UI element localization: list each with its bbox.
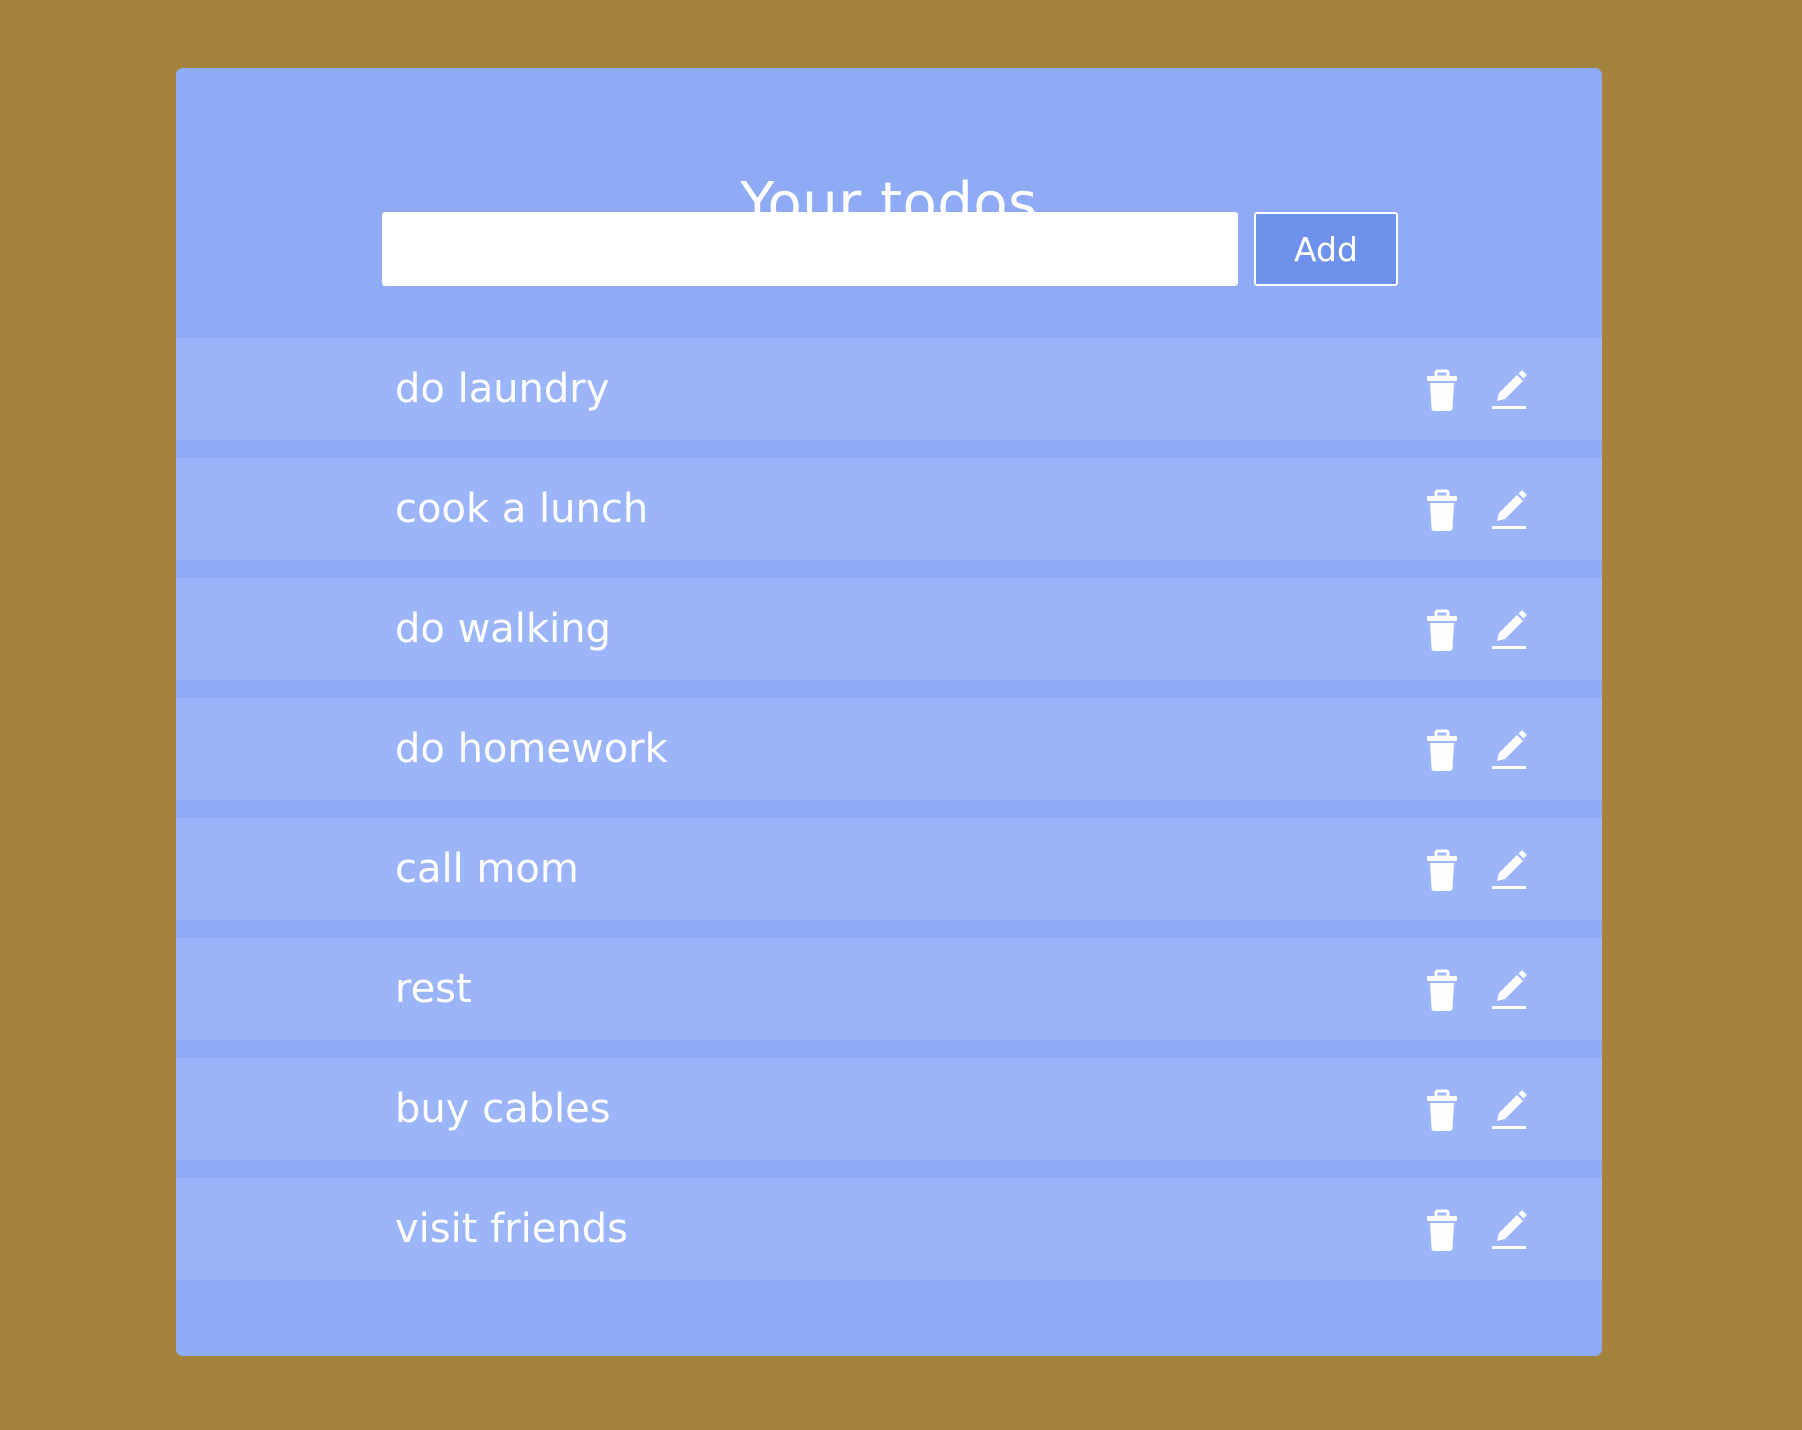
todo-item: do walking — [176, 578, 1602, 680]
pencil-icon — [1492, 1210, 1527, 1249]
todo-text: call mom — [395, 846, 579, 892]
todo-item: cook a lunch — [176, 458, 1602, 560]
trash-icon — [1427, 1209, 1457, 1251]
add-todo-form: Add — [382, 212, 1398, 286]
delete-button[interactable] — [1420, 728, 1464, 772]
delete-button[interactable] — [1420, 968, 1464, 1012]
edit-button[interactable] — [1487, 968, 1531, 1012]
todo-text: rest — [395, 966, 472, 1012]
trash-icon — [1427, 729, 1457, 771]
pencil-icon — [1492, 610, 1527, 649]
delete-button[interactable] — [1420, 488, 1464, 532]
delete-button[interactable] — [1420, 608, 1464, 652]
todo-item: buy cables — [176, 1058, 1602, 1160]
delete-button[interactable] — [1420, 368, 1464, 412]
add-button[interactable]: Add — [1254, 212, 1398, 286]
trash-icon — [1427, 849, 1457, 891]
edit-button[interactable] — [1487, 848, 1531, 892]
todo-card: Your todos Add do laundry cook a lunch d… — [176, 68, 1602, 1356]
todo-list: do laundry cook a lunch do walking do ho… — [176, 338, 1602, 1298]
delete-button[interactable] — [1420, 1088, 1464, 1132]
edit-button[interactable] — [1487, 488, 1531, 532]
delete-button[interactable] — [1420, 1208, 1464, 1252]
todo-item: do homework — [176, 698, 1602, 800]
new-todo-input[interactable] — [382, 212, 1238, 286]
todo-text: buy cables — [395, 1086, 611, 1132]
edit-button[interactable] — [1487, 608, 1531, 652]
pencil-icon — [1492, 490, 1527, 529]
pencil-icon — [1492, 1090, 1527, 1129]
delete-button[interactable] — [1420, 848, 1464, 892]
trash-icon — [1427, 369, 1457, 411]
todo-text: visit friends — [395, 1206, 628, 1252]
pencil-icon — [1492, 730, 1527, 769]
todo-item: do laundry — [176, 338, 1602, 440]
edit-button[interactable] — [1487, 1208, 1531, 1252]
edit-button[interactable] — [1487, 1088, 1531, 1132]
pencil-icon — [1492, 970, 1527, 1009]
pencil-icon — [1492, 850, 1527, 889]
todo-text: do homework — [395, 726, 668, 772]
todo-item: visit friends — [176, 1178, 1602, 1280]
pencil-icon — [1492, 370, 1527, 409]
trash-icon — [1427, 609, 1457, 651]
todo-item: call mom — [176, 818, 1602, 920]
todo-text: do laundry — [395, 366, 610, 412]
todo-item: rest — [176, 938, 1602, 1040]
trash-icon — [1427, 489, 1457, 531]
trash-icon — [1427, 969, 1457, 1011]
edit-button[interactable] — [1487, 728, 1531, 772]
edit-button[interactable] — [1487, 368, 1531, 412]
todo-text: cook a lunch — [395, 486, 649, 532]
trash-icon — [1427, 1089, 1457, 1131]
todo-text: do walking — [395, 606, 611, 652]
